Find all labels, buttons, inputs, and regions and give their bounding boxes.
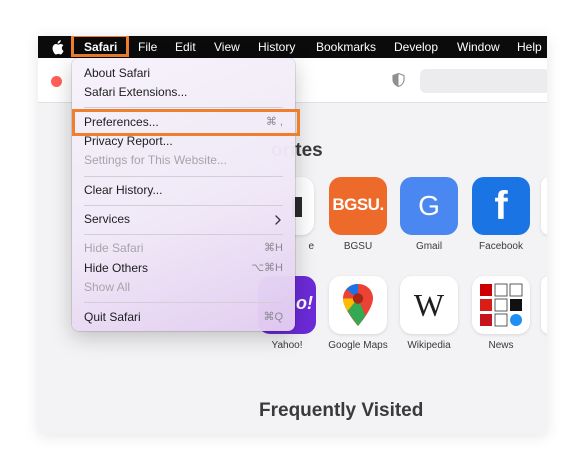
menu-item-shortcut: ⌘Q	[263, 311, 283, 323]
menu-separator	[84, 107, 283, 108]
menu-item-shortcut: ⌥⌘H	[251, 262, 283, 274]
google-maps-pin-icon	[343, 284, 373, 326]
wikipedia-icon: W	[413, 287, 445, 323]
apple-logo-icon[interactable]	[51, 40, 64, 55]
favorite-label-yahoo: Yahoo!	[271, 340, 303, 351]
menu-help[interactable]: Help	[517, 36, 542, 58]
bgsu-icon: BGSU.	[332, 195, 384, 214]
favorite-label-gmail: Gmail	[415, 241, 443, 252]
menu-item-clear-history[interactable]: Clear History...	[84, 181, 283, 200]
menu-item-label: Settings for This Website...	[84, 153, 227, 167]
menu-item-label: Safari Extensions...	[84, 85, 188, 99]
menu-item-show-all: Show All	[84, 278, 283, 297]
favorite-tile-news[interactable]	[472, 276, 530, 334]
favorite-label-news: News	[488, 340, 514, 351]
favorite-label-facebook: Facebook	[479, 241, 523, 252]
menu-item-about-safari[interactable]: About Safari	[84, 64, 283, 83]
menu-item-settings-for-website: Settings for This Website...	[84, 151, 283, 170]
menu-window[interactable]: Window	[457, 36, 500, 58]
menu-edit[interactable]: Edit	[175, 36, 196, 58]
menu-separator	[84, 302, 283, 303]
menu-item-quit-safari[interactable]: Quit Safari ⌘Q	[84, 308, 283, 327]
safari-window: Safari File Edit View History Bookmarks …	[38, 36, 547, 434]
address-bar[interactable]	[420, 69, 547, 93]
menu-item-label: Clear History...	[84, 183, 163, 197]
frequently-visited-title: Frequently Visited	[259, 400, 424, 421]
favorite-tile-gmail[interactable]: G	[400, 177, 458, 235]
menu-separator	[84, 234, 283, 235]
menu-item-shortcut: ⌘H	[264, 242, 283, 254]
menu-item-label: Hide Others	[84, 261, 149, 275]
menu-separator	[84, 176, 283, 177]
favorite-tile-offscreen[interactable]	[541, 177, 547, 235]
menu-item-label: Services	[84, 212, 131, 226]
menu-develop[interactable]: Develop	[394, 36, 438, 58]
menu-item-label: Hide Safari	[84, 241, 144, 255]
chevron-right-icon	[275, 215, 281, 225]
favorite-tile-bgsu[interactable]: BGSU.	[329, 177, 387, 235]
menu-item-hide-safari: Hide Safari ⌘H	[84, 239, 283, 258]
favorite-tile-offscreen-2[interactable]	[541, 276, 547, 334]
news-collage-icon	[480, 283, 523, 327]
favorite-tile-google-maps[interactable]	[329, 276, 387, 334]
safari-menu-dropdown: About Safari Safari Extensions... Prefer…	[72, 58, 295, 331]
close-window-button[interactable]	[51, 76, 62, 87]
favorite-tile-wikipedia[interactable]: W	[400, 276, 458, 334]
menu-item-label: About Safari	[84, 66, 151, 80]
menu-item-label: Privacy Report...	[84, 134, 173, 148]
favorite-label-google-maps: Google Maps	[328, 340, 388, 351]
menu-item-services[interactable]: Services	[84, 210, 283, 229]
menu-item-safari-extensions[interactable]: Safari Extensions...	[84, 83, 283, 102]
preferences-highlight	[72, 109, 300, 136]
menu-separator	[84, 205, 283, 206]
safari-menu-highlight	[71, 36, 129, 57]
menu-item-hide-others[interactable]: Hide Others ⌥⌘H	[84, 259, 283, 278]
menu-file[interactable]: File	[138, 36, 157, 58]
facebook-icon: f	[494, 184, 508, 228]
menu-view[interactable]: View	[214, 36, 240, 58]
google-g-icon: G	[418, 190, 440, 221]
favorite-label-wikipedia: Wikipedia	[407, 340, 451, 351]
menu-history[interactable]: History	[258, 36, 295, 58]
privacy-shield-icon[interactable]	[392, 73, 405, 87]
favorite-label-bgsu: BGSU	[343, 241, 373, 252]
menu-item-label: Show All	[84, 280, 131, 294]
menu-item-label: Quit Safari	[84, 310, 141, 324]
favorite-tile-facebook[interactable]: f	[472, 177, 530, 235]
menu-bookmarks[interactable]: Bookmarks	[316, 36, 376, 58]
